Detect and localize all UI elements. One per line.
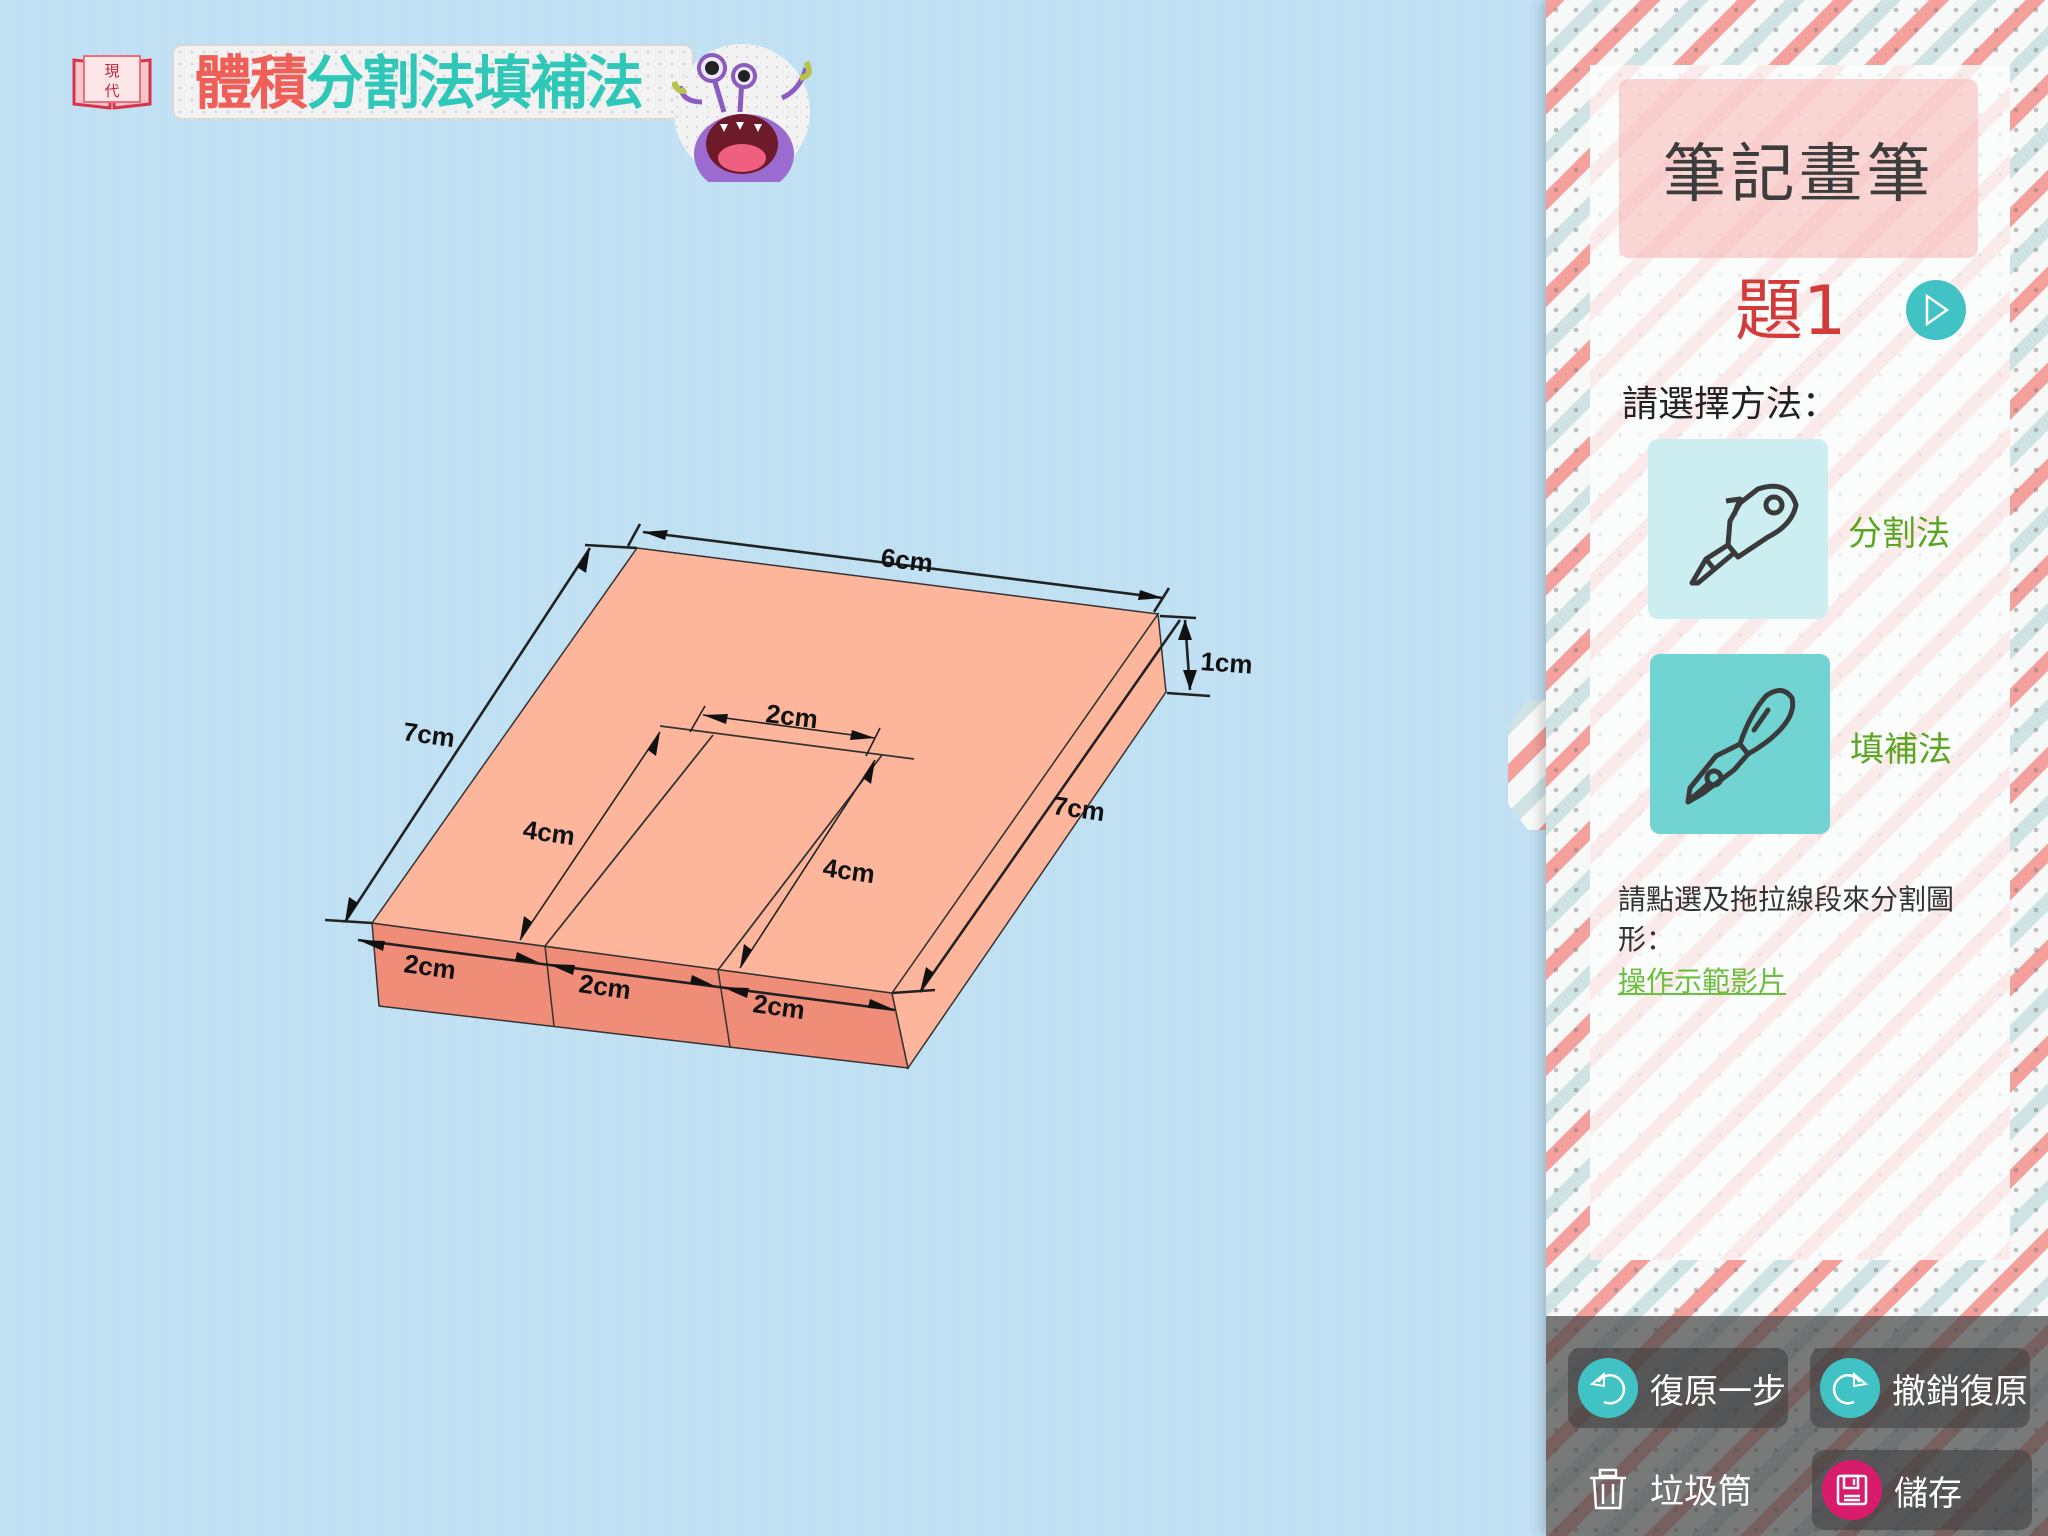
utility-knife-icon [1689, 483, 1799, 586]
question-label: 題1 [1735, 272, 1847, 351]
top-face[interactable] [370, 547, 1160, 994]
redo-button[interactable]: 撤銷復原 [1810, 1348, 2030, 1428]
play-next-icon [1925, 293, 1950, 327]
next-question-button[interactable] [1906, 280, 1966, 340]
fountain-pen-icon [1685, 688, 1796, 805]
label-top-width: 6cm [879, 542, 934, 578]
undo-button[interactable]: 復原一步 [1568, 1348, 1788, 1428]
notes-panel-title: 筆記畫筆 [1619, 79, 1978, 258]
method-fill-label[interactable]: 填補法 [1850, 722, 1952, 771]
choose-method-label: 請選擇方法： [1622, 384, 1839, 425]
method-split-label[interactable]: 分割法 [1848, 506, 1950, 555]
save-button[interactable]: 儲存 [1812, 1450, 2032, 1530]
method-split-button[interactable] [1648, 439, 1828, 619]
redo-label: 撤銷復原 [1892, 1371, 2028, 1412]
undo-label: 復原一步 [1650, 1371, 1786, 1412]
save-floppy-icon [1822, 1460, 1882, 1520]
undo-icon [1578, 1358, 1638, 1418]
save-label: 儲存 [1894, 1473, 1962, 1514]
trash-button[interactable]: 垃圾筒 [1568, 1448, 1788, 1528]
label-height: 1cm [1200, 646, 1254, 680]
label-notch-width: 2cm [764, 698, 819, 734]
redo-icon [1820, 1358, 1880, 1418]
demo-video-link[interactable]: 操作示範影片 [1618, 960, 1786, 1000]
label-left-length: 7cm [401, 716, 457, 753]
method-fill-button[interactable] [1650, 654, 1830, 834]
trash-label: 垃圾筒 [1650, 1471, 1752, 1512]
instruction-text: 請點選及拖拉線段來分割圖形： [1618, 883, 1955, 956]
prism-diagram[interactable]: 6cm 7cm 7cm 1cm 2cm 4cm 4cm 2cm 2cm 2cm [0, 0, 1540, 1536]
trash-icon [1578, 1458, 1638, 1518]
